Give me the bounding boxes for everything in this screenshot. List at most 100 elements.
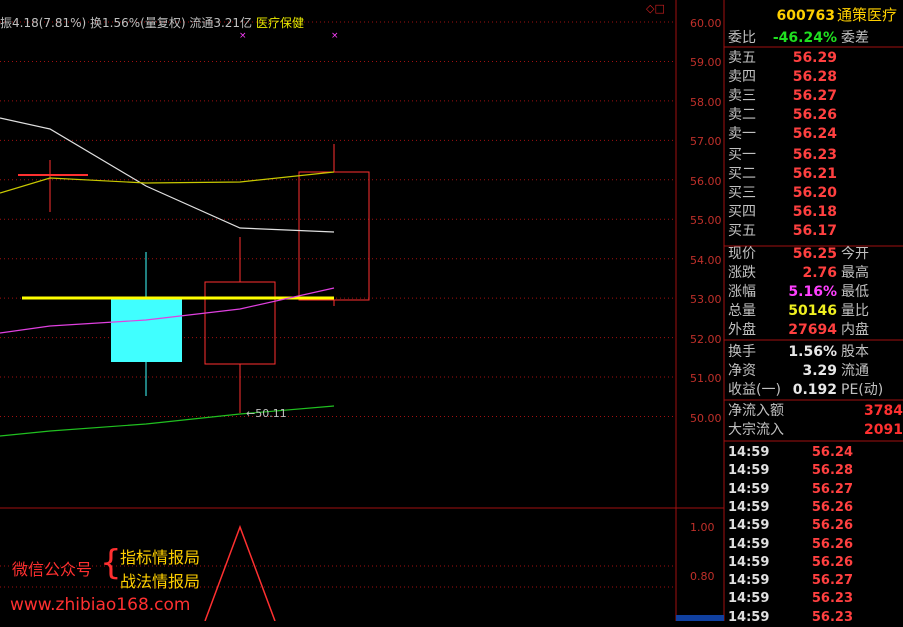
stock-header: 600763 通策医疗 (724, 4, 903, 26)
tick-time: 14:59 (728, 518, 770, 534)
watermark-pub: 微信公众号 (12, 560, 93, 579)
bid-row: 买四 56.18 (724, 203, 903, 222)
watermark-brace: { (100, 543, 122, 583)
quote-row-value: 56.25 (792, 246, 837, 262)
tick-time: 14:59 (728, 463, 770, 479)
price-axis-label: 53.00 (690, 293, 722, 307)
ask-row-value: 56.28 (792, 69, 837, 85)
ask-row-label: 卖三 (728, 88, 756, 104)
sub-axis-label: 1.00 (690, 521, 715, 534)
fund-row-label: 收益(一) (728, 382, 781, 398)
quote-row-label: 总量 (728, 303, 756, 319)
quote-panel: 600763 通策医疗 委比 -46.24% 委差 卖五 56.29 卖四 56.28 卖… (724, 0, 903, 625)
low-price-marker: ←50.11 (246, 407, 287, 420)
bid-row-label: 买二 (728, 166, 756, 182)
price-axis-label: 57.00 (690, 135, 722, 149)
weibi-value: -46.24% (772, 30, 837, 46)
quote-row-label2: 最低 (841, 284, 869, 300)
fund-row-label2: PE(动) (841, 382, 884, 398)
chart-corner-icons[interactable]: ◇□ (646, 2, 665, 15)
price-axis-label: 54.00 (690, 253, 722, 267)
sub-axis-label: 0.80 (690, 570, 715, 583)
stock-name: 通策医疗 (836, 6, 897, 24)
quote-row: 外盘 27694 内盘 (724, 321, 903, 340)
tick-price: 56.26 (811, 518, 853, 534)
weibi-row: 委比 -46.24% 委差 (724, 29, 903, 48)
ask-row: 卖五 56.29 (724, 49, 903, 68)
ask-row-label: 卖四 (728, 69, 756, 85)
tick-price: 56.24 (811, 445, 853, 460)
ask-row: 卖三 56.27 (724, 87, 903, 106)
bid-row: 买一 56.23 (724, 146, 903, 165)
quote-row-label2: 最高 (841, 265, 869, 281)
flow-value: 2091 (864, 422, 903, 438)
quote-row-label: 外盘 (728, 322, 756, 338)
marker-x: × (239, 31, 247, 41)
tick-row[interactable]: 14:59 56.24 (724, 443, 903, 462)
tick-time: 14:59 (728, 609, 770, 625)
fund-row-label: 换手 (728, 344, 756, 360)
bid-row-value: 56.20 (792, 185, 837, 201)
quote-row-label2: 内盘 (841, 322, 869, 338)
tick-row[interactable]: 14:59 56.27 (724, 480, 903, 499)
quote-row-value: 2.76 (802, 265, 837, 281)
tick-price: 56.23 (811, 591, 853, 607)
ask-row-value: 56.24 (792, 126, 837, 142)
tick-price: 56.27 (811, 481, 853, 497)
quote-row: 涨幅 5.16% 最低 (724, 283, 903, 302)
tick-price: 56.26 (811, 536, 853, 552)
price-axis-label: 60.00 (690, 17, 722, 30)
ask-row-label: 卖五 (728, 50, 756, 66)
tick-row[interactable]: 14:59 56.27 (724, 571, 903, 590)
quote-row: 现价 56.25 今开 (724, 245, 903, 264)
quote-row-label: 涨跌 (728, 265, 756, 281)
fund-row-label2: 流通 (841, 363, 869, 379)
price-axis-label: 58.00 (690, 95, 722, 109)
stock-code: 600763 (776, 8, 835, 24)
tick-time: 14:59 (728, 481, 770, 497)
quote-row-label2: 今开 (841, 246, 869, 262)
fund-row-label: 净资 (728, 363, 756, 379)
info-bar-text: 振4.18(7.81%) 换1.56%(量复权) 流通3.21亿 (0, 16, 253, 30)
tick-row[interactable]: 14:59 56.23 (724, 608, 903, 627)
price-axis-label: 52.00 (690, 332, 722, 346)
tick-row[interactable]: 14:59 56.26 (724, 498, 903, 517)
ask-row: 卖四 56.28 (724, 68, 903, 87)
flow-row: 大宗流入 2091 (724, 421, 903, 440)
bid-row: 买三 56.20 (724, 184, 903, 203)
quote-row-label: 涨幅 (728, 284, 756, 300)
tick-row[interactable]: 14:59 56.26 (724, 535, 903, 554)
candle-body (111, 298, 182, 362)
bid-row-value: 56.21 (792, 166, 837, 182)
watermark-line2: 战法情报局 (120, 572, 201, 591)
tick-row[interactable]: 14:59 56.26 (724, 553, 903, 572)
price-axis-label: 59.00 (690, 56, 722, 70)
tick-row[interactable]: 14:59 56.23 (724, 589, 903, 608)
fund-row-label2: 股本 (841, 344, 869, 360)
flow-label: 大宗流入 (728, 422, 784, 438)
tick-price: 56.26 (811, 554, 853, 570)
bid-row-value: 56.18 (792, 204, 837, 220)
quote-row-value: 50146 (788, 303, 837, 319)
tick-price: 56.23 (811, 609, 853, 625)
tick-time: 14:59 (728, 536, 770, 552)
bid-row-label: 买五 (728, 223, 756, 239)
bid-row-label: 买一 (728, 147, 756, 163)
axis-scroll-marker (676, 615, 724, 621)
fund-row: 换手 1.56% 股本 (724, 343, 903, 362)
ask-row-value: 56.27 (792, 88, 837, 104)
candle-body (204, 281, 276, 365)
weibi-label: 委比 (728, 30, 756, 46)
fund-row-value: 0.192 (792, 382, 837, 398)
bid-row-label: 买三 (728, 185, 756, 201)
quote-row: 总量 50146 量比 (724, 302, 903, 321)
ask-row-value: 56.29 (792, 50, 837, 66)
ask-row-label: 卖一 (728, 126, 756, 142)
quote-row-value: 27694 (788, 322, 837, 338)
tick-row[interactable]: 14:59 56.28 (724, 461, 903, 480)
tick-price: 56.26 (811, 499, 853, 515)
sector-label[interactable]: 医疗保健 (256, 16, 304, 30)
bid-row-label: 买四 (728, 204, 756, 220)
price-axis-label: 51.00 (690, 372, 722, 386)
tick-row[interactable]: 14:59 56.26 (724, 516, 903, 535)
